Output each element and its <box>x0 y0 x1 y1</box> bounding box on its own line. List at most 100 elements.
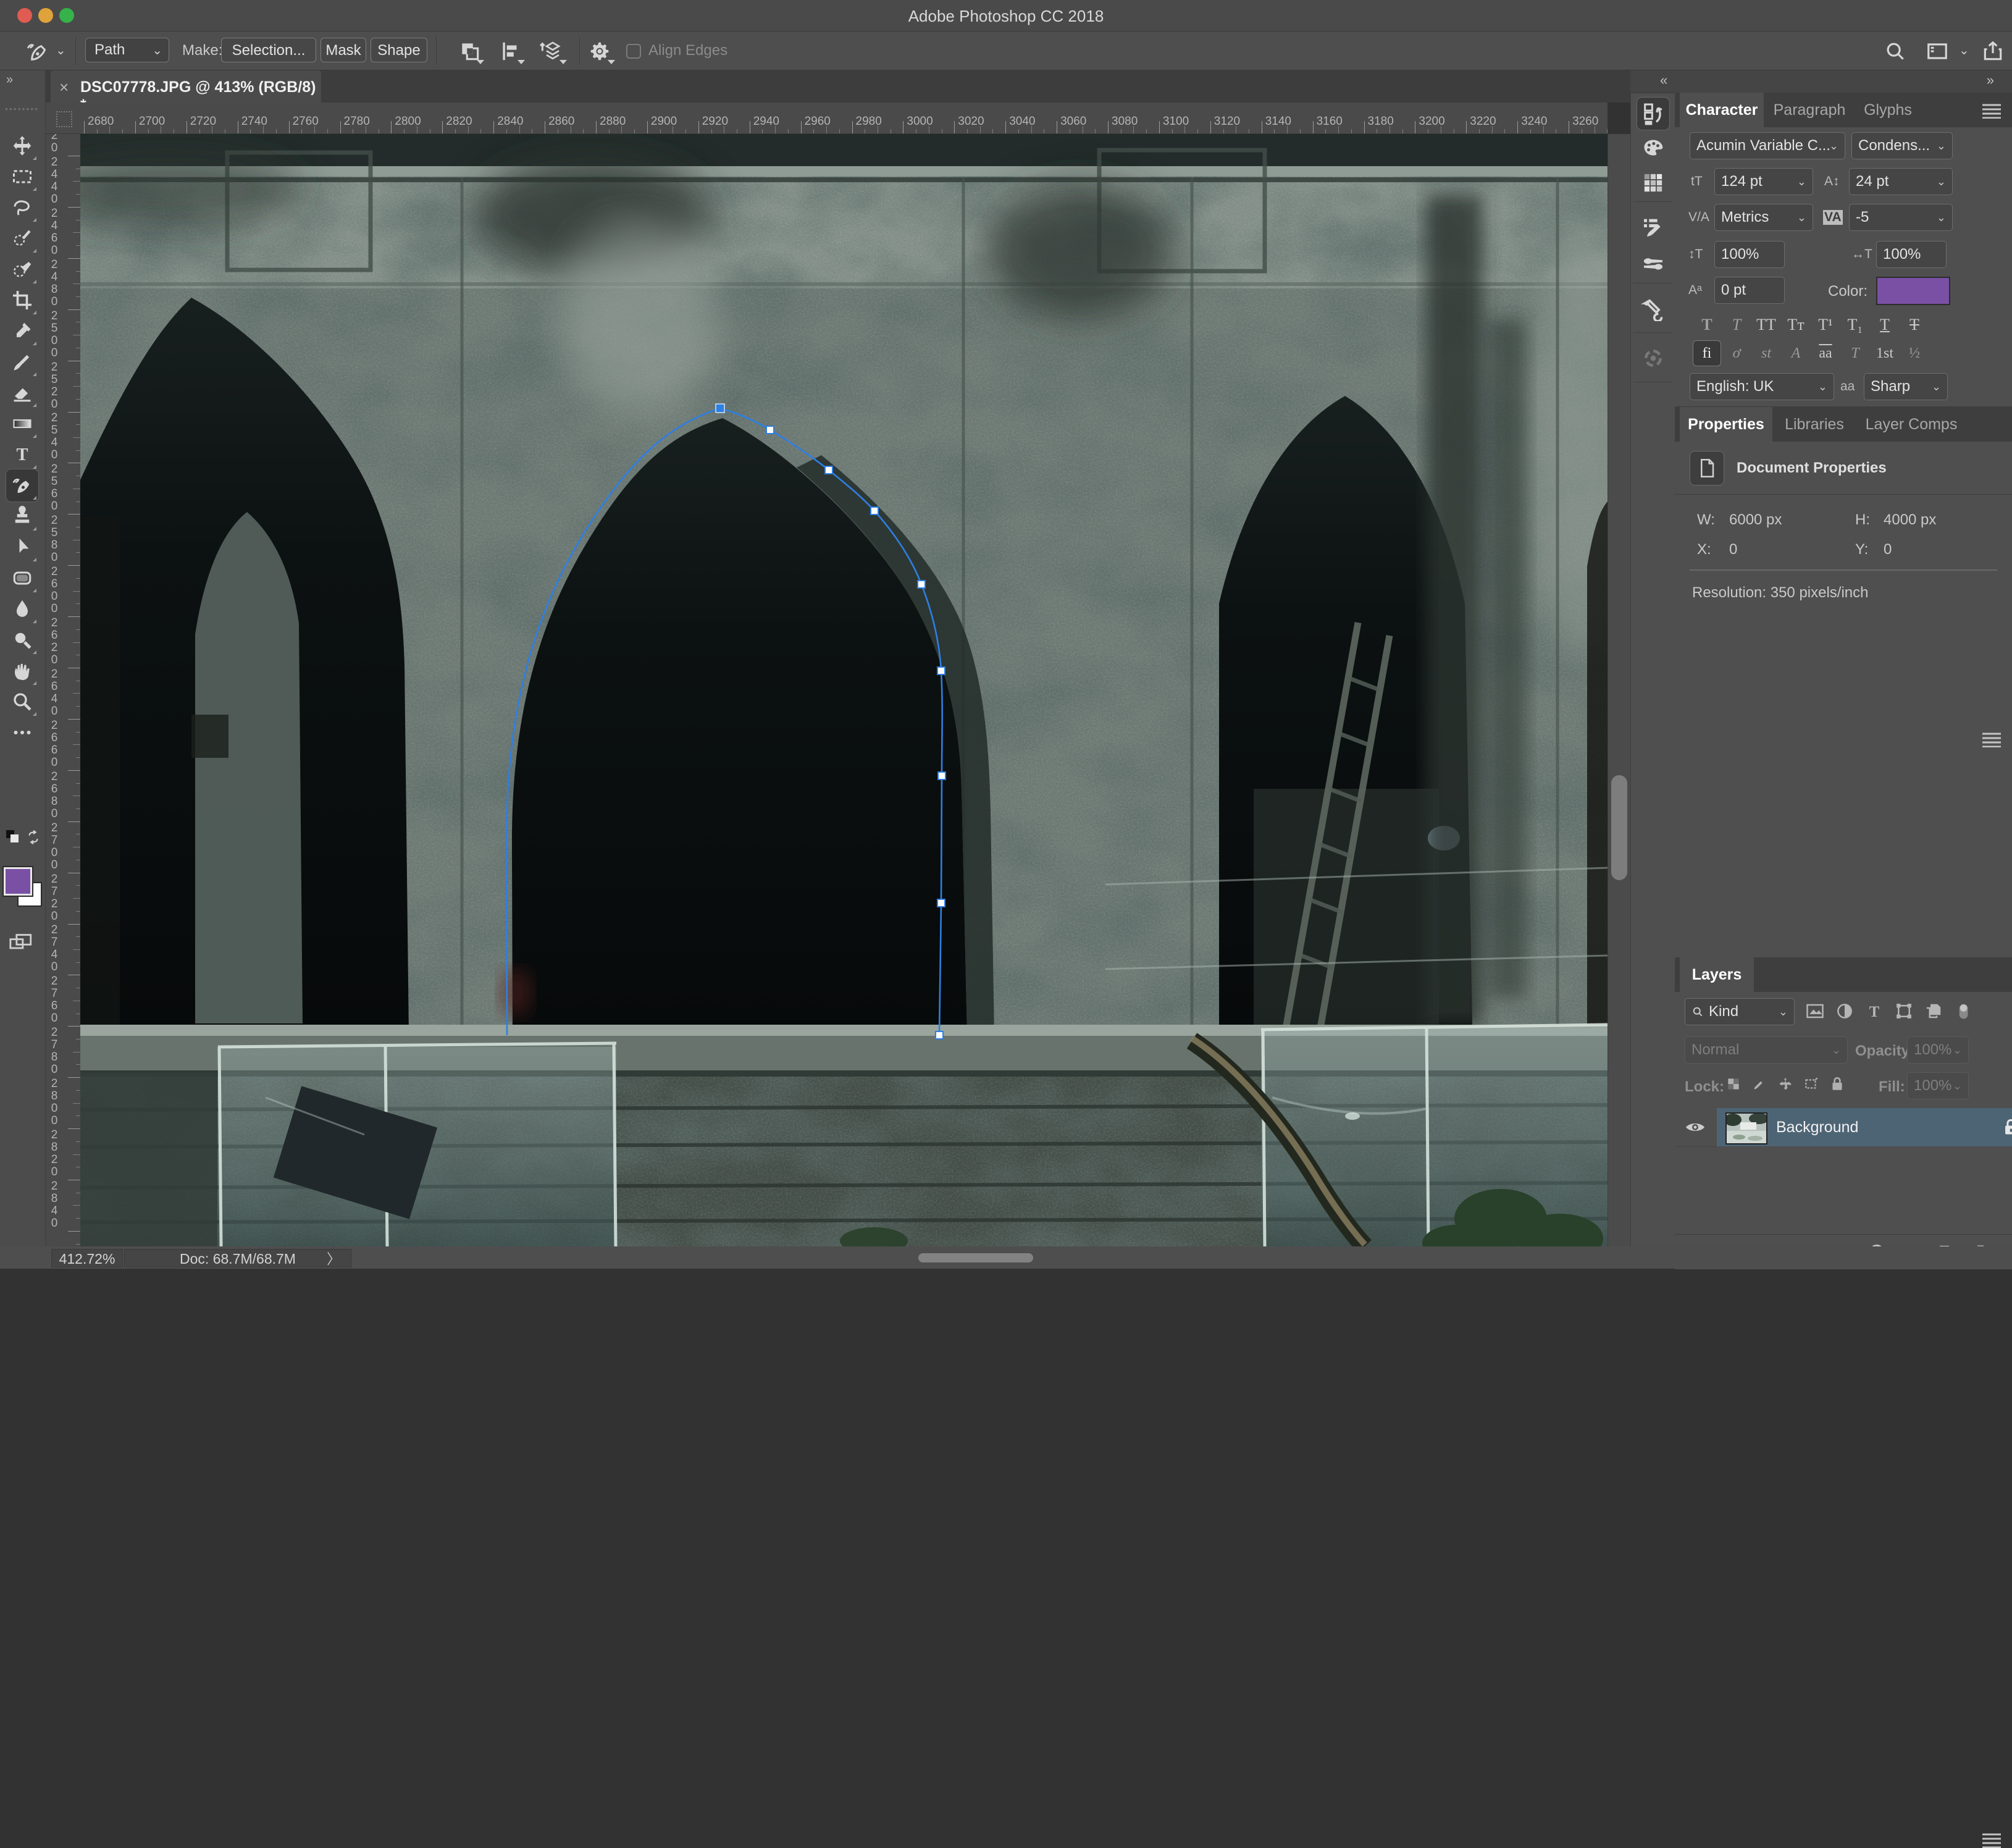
path-anchor-point[interactable] <box>937 899 945 907</box>
fill-input[interactable]: 100%⌄ <box>1907 1072 1969 1099</box>
panel-menu-icon[interactable] <box>1981 103 2002 119</box>
opacity-input[interactable]: 100%⌄ <box>1907 1036 1969 1064</box>
eyedropper-tool[interactable] <box>6 315 38 347</box>
close-icon[interactable]: × <box>59 78 69 97</box>
tracking-select[interactable]: -5⌄ <box>1849 204 1953 231</box>
format-button-1[interactable]: T <box>1723 313 1750 337</box>
path-anchor-point[interactable] <box>936 1031 943 1039</box>
swap-colors-icon[interactable] <box>25 829 42 846</box>
language-select[interactable]: English: UK⌄ <box>1690 373 1834 400</box>
object-selection-tool[interactable] <box>6 253 38 285</box>
workspace-switcher-icon[interactable] <box>1926 40 1949 63</box>
pixel-layer-filter-icon[interactable] <box>1805 1001 1825 1022</box>
document-canvas[interactable] <box>80 134 1608 1246</box>
lock-transparency-icon[interactable] <box>1723 1073 1744 1094</box>
eraser-tool[interactable] <box>6 377 38 409</box>
brush-tool[interactable] <box>6 346 38 378</box>
lock-position-icon[interactable] <box>1775 1073 1796 1094</box>
format-button-4[interactable]: T¹ <box>1812 313 1839 337</box>
brush-settings-panel-icon[interactable] <box>1637 211 1669 243</box>
tab-properties[interactable]: Properties <box>1680 407 1772 442</box>
lock-all-icon[interactable] <box>1827 1073 1848 1094</box>
lock-paint-icon[interactable] <box>1749 1073 1770 1094</box>
tool-presets-panel-icon[interactable] <box>1637 293 1669 325</box>
more-tools[interactable] <box>6 716 38 749</box>
tab-character[interactable]: Character <box>1680 93 1764 127</box>
format-button-5[interactable]: T₁ <box>1842 313 1869 337</box>
zoom-level-input[interactable]: 412.72% <box>51 1249 123 1267</box>
adjustment-layer-filter-icon[interactable] <box>1834 1001 1855 1022</box>
gradient-tool[interactable] <box>6 408 38 440</box>
opentype-button-aa[interactable]: aa <box>1812 341 1839 366</box>
horizontal-ruler[interactable]: 2680270027202740276027802800282028402860… <box>80 103 1608 134</box>
hand-tool[interactable] <box>6 655 38 687</box>
direct-selection-tool[interactable] <box>6 531 38 563</box>
color-panel-icon[interactable] <box>1637 132 1669 164</box>
vertical-ruler[interactable]: 2420244024602480250025202540256025802600… <box>45 134 81 1246</box>
shape-layer-filter-icon[interactable] <box>1893 1001 1914 1022</box>
type-layer-filter-icon[interactable]: T <box>1864 1001 1885 1022</box>
tab-layer-comps[interactable]: Layer Comps <box>1856 407 1966 442</box>
opentype-button-1st[interactable]: 1st <box>1871 341 1898 366</box>
opentype-button-fi[interactable]: fi <box>1693 341 1721 366</box>
font-family-select[interactable]: Acumin Variable C...⌄ <box>1690 132 1845 159</box>
leading-select[interactable]: 24 pt⌄ <box>1849 168 1953 195</box>
default-colors-icon[interactable] <box>5 829 21 845</box>
path-anchor-point[interactable] <box>766 426 774 434</box>
chevron-right-icon[interactable]: 〉 <box>327 1250 341 1268</box>
screen-mode-icon[interactable] <box>9 931 33 952</box>
anti-alias-select[interactable]: Sharp⌄ <box>1864 373 1948 400</box>
path-anchor-point[interactable] <box>937 667 945 674</box>
font-size-select[interactable]: 124 pt⌄ <box>1714 168 1813 195</box>
quick-selection-tool[interactable] <box>6 222 38 254</box>
opentype-button-st[interactable]: st <box>1753 341 1780 366</box>
search-icon[interactable] <box>1884 40 1907 63</box>
vertical-scrollbar-thumb[interactable] <box>1611 775 1627 880</box>
crop-tool[interactable] <box>6 284 38 316</box>
opentype-button-T[interactable]: T <box>1842 341 1869 366</box>
vertical-scale-input[interactable]: 100% <box>1714 241 1785 268</box>
horizontal-scrollbar-thumb[interactable] <box>918 1253 1033 1262</box>
dodge-tool[interactable] <box>6 624 38 656</box>
type-tool[interactable]: T <box>6 439 38 471</box>
opentype-button-ơ[interactable]: ơ <box>1723 341 1750 366</box>
align-edges-checkbox[interactable] <box>626 44 641 59</box>
toolbar-drag-handle[interactable]: •••••••• <box>5 104 39 114</box>
filter-toggle-icon[interactable] <box>1953 1001 1974 1022</box>
kerning-select[interactable]: Metrics⌄ <box>1714 204 1813 231</box>
swatches-panel-icon[interactable] <box>1637 167 1669 199</box>
foreground-color-swatch[interactable] <box>4 867 32 896</box>
format-button-3[interactable]: Tᴛ <box>1782 313 1809 337</box>
share-icon[interactable] <box>1981 40 2005 63</box>
font-style-select[interactable]: Condens...⌄ <box>1851 132 1953 159</box>
pen-tool[interactable] <box>6 469 38 502</box>
horizontal-scale-input[interactable]: 100% <box>1876 241 1947 268</box>
tab-libraries[interactable]: Libraries <box>1774 407 1855 442</box>
lasso-tool[interactable] <box>6 191 38 224</box>
format-button-2[interactable]: TT <box>1753 313 1780 337</box>
opentype-button-A[interactable]: A <box>1782 341 1809 366</box>
toolbar-collapse-header[interactable]: » <box>0 70 45 103</box>
path-anchor-point[interactable] <box>871 507 878 514</box>
eye-icon[interactable] <box>1685 1120 1706 1135</box>
layer-row-background[interactable]: Background <box>1717 1108 2012 1146</box>
layer-filter-select[interactable]: Kind⌄ <box>1685 998 1795 1025</box>
history-panel-icon[interactable] <box>1637 98 1669 130</box>
path-anchor-point[interactable] <box>938 772 945 779</box>
chevron-double-right-icon[interactable]: » <box>1987 72 1996 88</box>
make-shape-button[interactable]: Shape <box>371 38 427 62</box>
sync-panel-icon[interactable] <box>1637 342 1669 374</box>
zoom-tool[interactable] <box>6 686 38 718</box>
document-tab[interactable]: × DSC07778.JPG @ 413% (RGB/8) * <box>51 70 321 103</box>
tool-preset-chevron-icon[interactable]: ⌄ <box>56 43 66 58</box>
move-tool[interactable] <box>6 130 38 162</box>
panel-menu-icon[interactable] <box>1981 731 2002 747</box>
format-button-6[interactable]: T <box>1871 313 1898 337</box>
format-button-0[interactable]: T <box>1693 313 1721 337</box>
tab-paragraph[interactable]: Paragraph <box>1765 93 1854 127</box>
shape-tool[interactable] <box>6 562 38 594</box>
pick-tool-mode-select[interactable]: Path⌄ <box>85 38 169 62</box>
opentype-button-½[interactable]: ½ <box>1901 341 1928 366</box>
tab-glyphs[interactable]: Glyphs <box>1855 93 1921 127</box>
panel-menu-icon[interactable] <box>1981 1832 2002 1848</box>
